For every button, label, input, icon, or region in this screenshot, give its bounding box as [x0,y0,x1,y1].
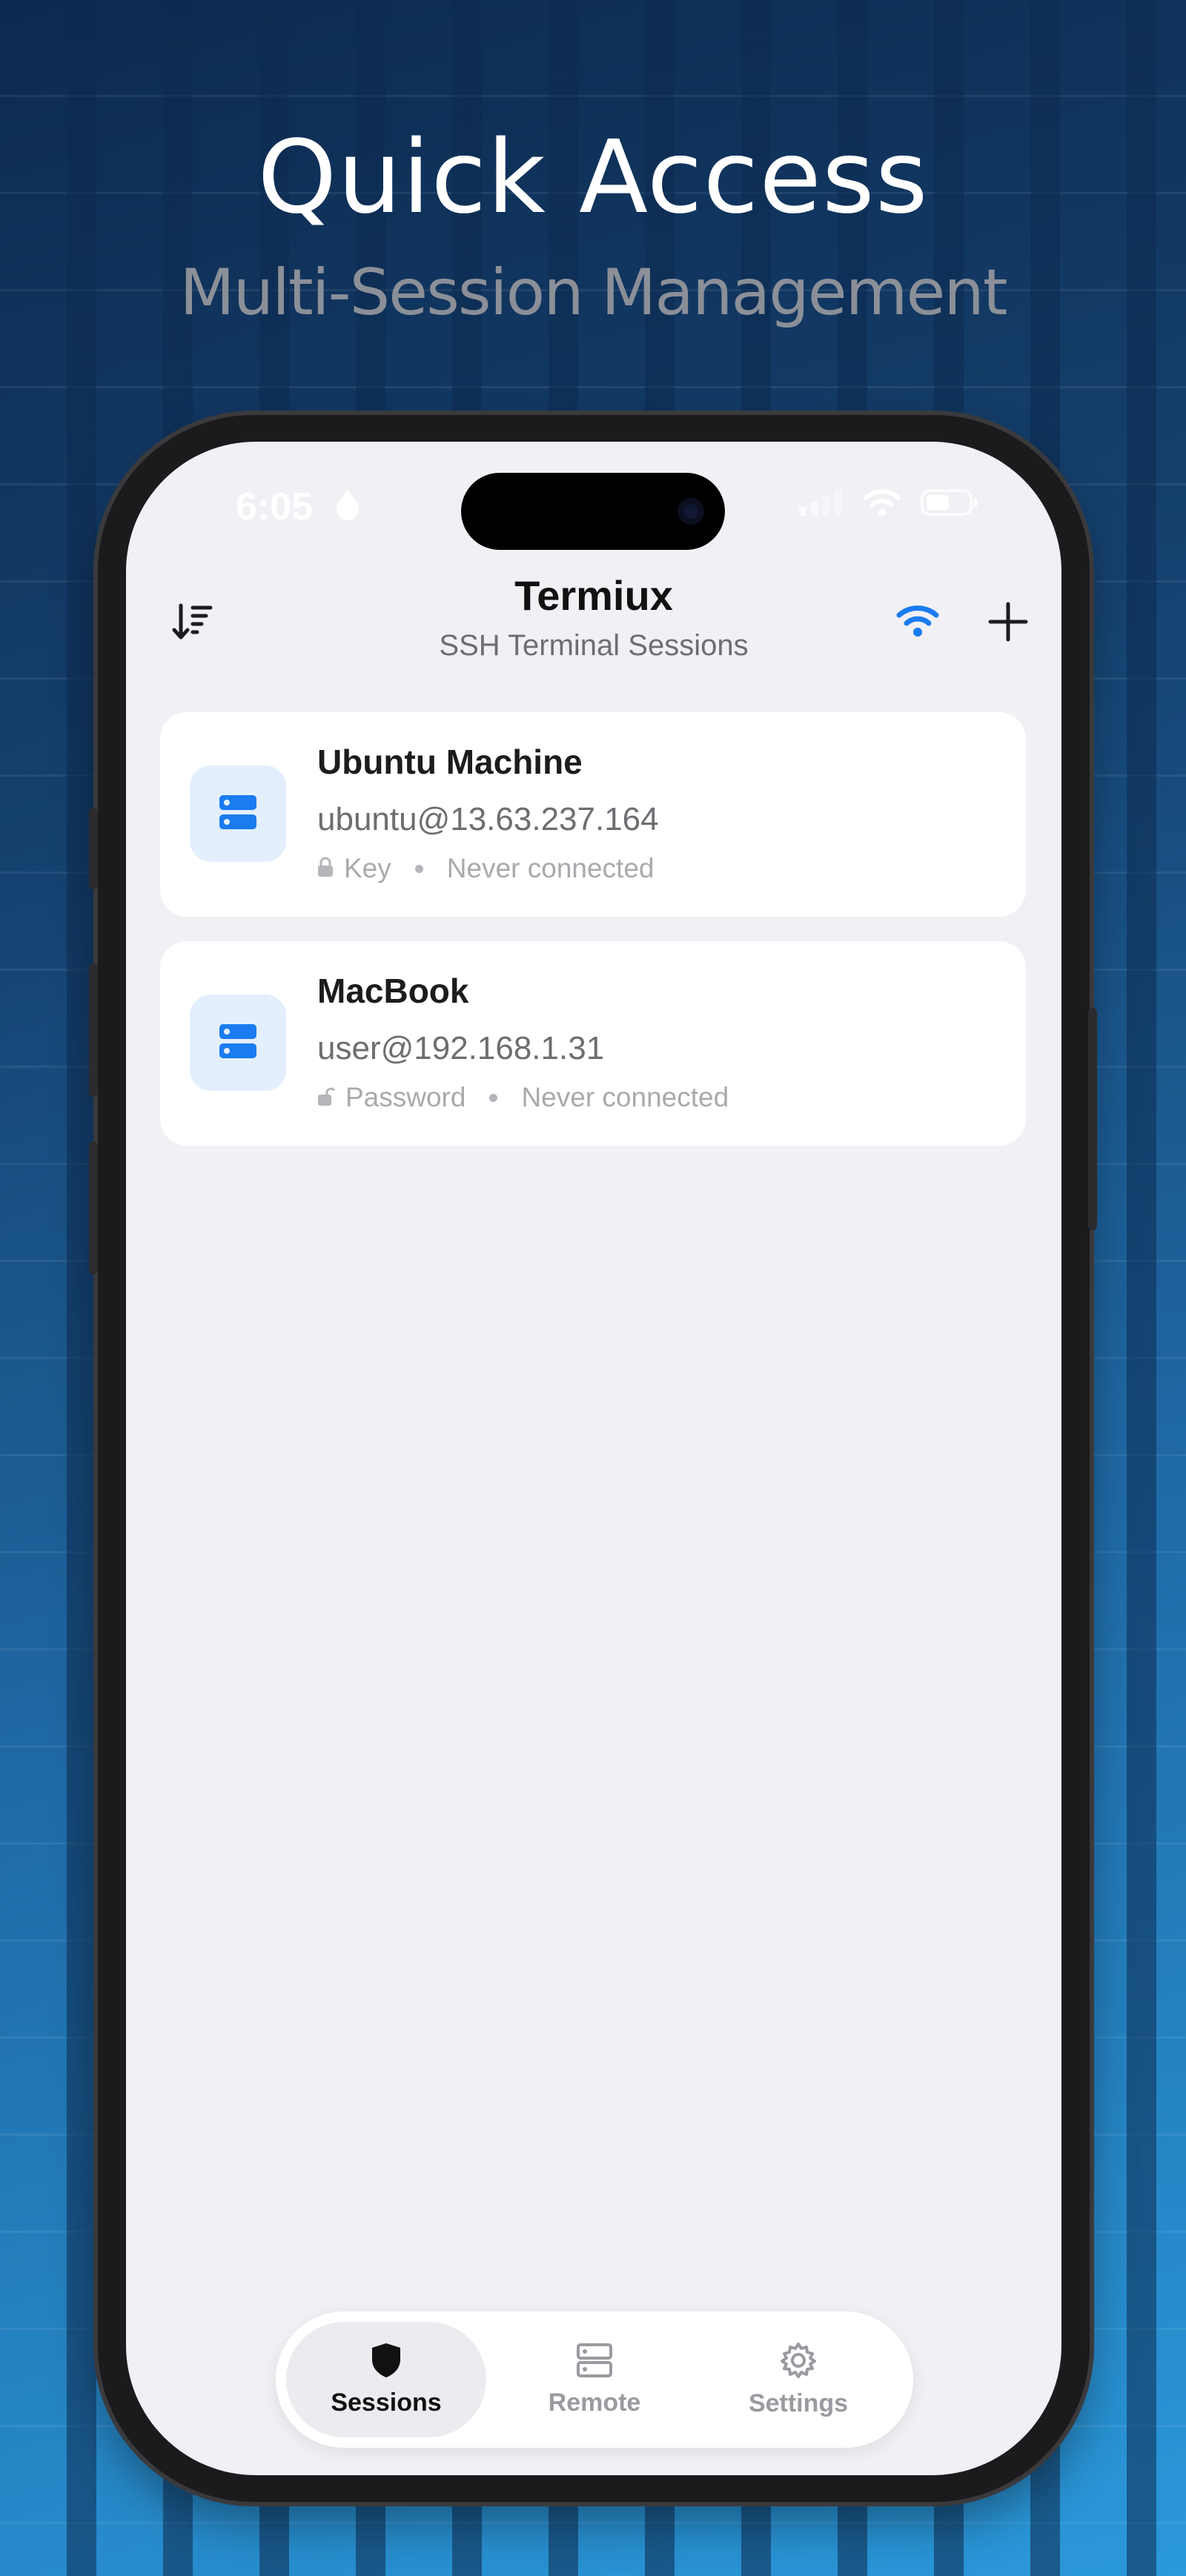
server-icon [218,1023,258,1063]
add-session-button[interactable] [978,594,1038,653]
session-name: Ubuntu Machine [317,743,583,781]
volume-down-button [89,1141,98,1275]
session-auth: Password [345,1082,466,1112]
separator-dot [414,864,423,873]
session-host: user@192.168.1.31 [317,1030,605,1066]
volume-up-button [89,963,98,1097]
location-icon [335,488,360,524]
network-status-button[interactable] [888,592,947,651]
tab-label: Settings [748,2389,849,2417]
tab-sessions[interactable]: Sessions [286,2322,486,2437]
session-status: Never connected [446,853,655,883]
power-button [1088,1008,1097,1230]
camera-icon [678,498,704,525]
server-icon-badge [190,766,286,862]
session-card[interactable]: MacBook user@192.168.1.31 Password Never… [160,941,1026,1146]
gear-icon [779,2341,818,2383]
phone-screen: 6:05 Termiux SSH Terminal Sessions Ubunt… [126,442,1061,2475]
action-button [89,808,98,889]
session-meta: Key Never connected [317,853,655,884]
session-host: ubuntu@13.63.237.164 [317,801,659,837]
wifi-status-icon [863,488,901,521]
battery-icon [921,488,980,521]
server-icon [218,794,258,834]
cellular-signal-icon [799,489,844,519]
tab-label: Sessions [331,2389,442,2417]
tab-settings[interactable]: Settings [698,2322,898,2437]
status-time: 6:05 [236,485,314,528]
plus-icon [988,602,1028,645]
wifi-icon [895,603,940,641]
separator-dot [489,1093,498,1102]
shield-icon [370,2342,402,2383]
server-icon [576,2342,613,2383]
dynamic-island [461,473,725,550]
status-bar: 6:05 [126,442,1061,553]
hero-subtitle: Multi-Session Management [179,256,1007,330]
tab-label: Remote [548,2389,641,2417]
unlock-icon [317,1082,336,1113]
tab-remote[interactable]: Remote [494,2322,695,2437]
session-card[interactable]: Ubuntu Machine ubuntu@13.63.237.164 Key … [160,712,1026,917]
session-auth: Key [344,853,391,883]
session-status: Never connected [521,1082,729,1112]
server-icon-badge [190,995,286,1091]
tab-bar: Sessions Remote Settings [276,2311,913,2448]
nav-header: Termiux SSH Terminal Sessions [126,571,1061,675]
session-name: MacBook [317,972,469,1010]
hero-title: Quick Access [257,119,929,236]
session-meta: Password Never connected [317,1082,729,1113]
lock-icon [317,853,334,884]
